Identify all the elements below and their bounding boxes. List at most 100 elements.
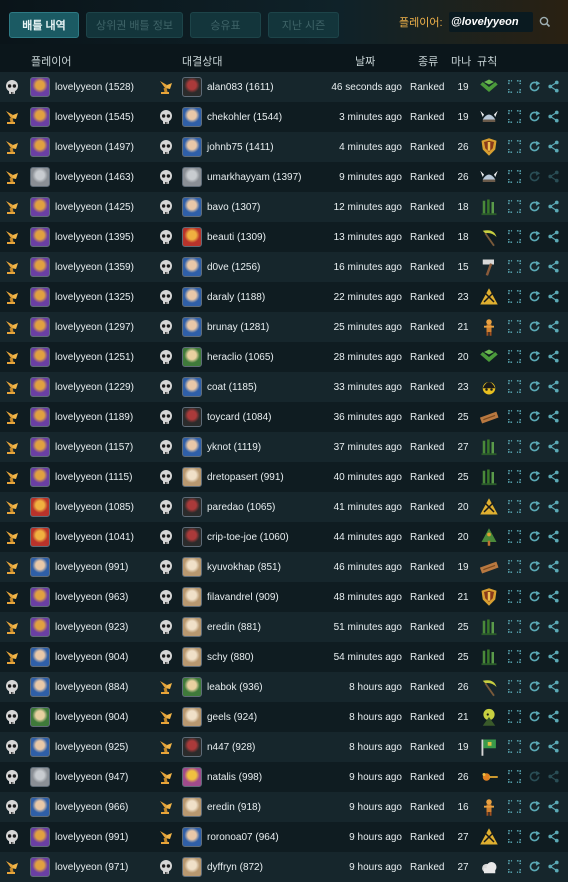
share-icon[interactable] bbox=[547, 350, 560, 363]
share-icon[interactable] bbox=[547, 320, 560, 333]
share-icon[interactable] bbox=[547, 530, 560, 543]
expand-icon[interactable] bbox=[508, 230, 521, 243]
opponent-name[interactable]: johnb75 (1411) bbox=[207, 142, 274, 153]
replay-icon[interactable] bbox=[528, 500, 541, 513]
replay-icon[interactable] bbox=[528, 380, 541, 393]
share-icon[interactable] bbox=[547, 650, 560, 663]
replay-icon[interactable] bbox=[528, 470, 541, 483]
replay-icon[interactable] bbox=[528, 260, 541, 273]
replay-icon[interactable] bbox=[528, 770, 541, 783]
replay-icon[interactable] bbox=[528, 110, 541, 123]
share-icon[interactable] bbox=[547, 80, 560, 93]
opponent-name[interactable]: umarkhayyam (1397) bbox=[207, 172, 301, 183]
share-icon[interactable] bbox=[547, 560, 560, 573]
player-name[interactable]: lovelyyeon (1085) bbox=[55, 502, 134, 513]
replay-icon[interactable] bbox=[528, 140, 541, 153]
header-type[interactable]: 종류 bbox=[418, 53, 438, 69]
replay-icon[interactable] bbox=[528, 620, 541, 633]
player-name[interactable]: lovelyyeon (991) bbox=[55, 562, 128, 573]
player-name[interactable]: lovelyyeon (966) bbox=[55, 802, 128, 813]
expand-icon[interactable] bbox=[508, 170, 521, 183]
header-date[interactable]: 날짜 bbox=[355, 53, 375, 69]
replay-icon[interactable] bbox=[528, 530, 541, 543]
player-name[interactable]: lovelyyeon (1229) bbox=[55, 382, 134, 393]
opponent-name[interactable]: schy (880) bbox=[207, 652, 254, 663]
opponent-name[interactable]: filavandrel (909) bbox=[207, 592, 279, 603]
share-icon[interactable] bbox=[547, 830, 560, 843]
player-name[interactable]: lovelyyeon (1497) bbox=[55, 142, 134, 153]
replay-icon[interactable] bbox=[528, 710, 541, 723]
replay-icon[interactable] bbox=[528, 170, 541, 183]
player-name[interactable]: lovelyyeon (1425) bbox=[55, 202, 134, 213]
share-icon[interactable] bbox=[547, 680, 560, 693]
opponent-name[interactable]: eredin (881) bbox=[207, 622, 261, 633]
replay-icon[interactable] bbox=[528, 80, 541, 93]
header-mana[interactable]: 마나 bbox=[451, 53, 471, 69]
expand-icon[interactable] bbox=[508, 710, 521, 723]
player-name[interactable]: lovelyyeon (1325) bbox=[55, 292, 134, 303]
opponent-name[interactable]: bavo (1307) bbox=[207, 202, 260, 213]
player-name[interactable]: lovelyyeon (925) bbox=[55, 742, 128, 753]
opponent-name[interactable]: geels (924) bbox=[207, 712, 257, 723]
tab-battle-history[interactable]: 배틀 내역 bbox=[9, 12, 79, 38]
opponent-name[interactable]: leabok (936) bbox=[207, 682, 263, 693]
share-icon[interactable] bbox=[547, 740, 560, 753]
expand-icon[interactable] bbox=[508, 410, 521, 423]
expand-icon[interactable] bbox=[508, 650, 521, 663]
expand-icon[interactable] bbox=[508, 200, 521, 213]
expand-icon[interactable] bbox=[508, 860, 521, 873]
expand-icon[interactable] bbox=[508, 140, 521, 153]
opponent-name[interactable]: dretopasert (991) bbox=[207, 472, 284, 483]
opponent-name[interactable]: brunay (1281) bbox=[207, 322, 269, 333]
replay-icon[interactable] bbox=[528, 290, 541, 303]
expand-icon[interactable] bbox=[508, 440, 521, 453]
player-name[interactable]: lovelyyeon (1157) bbox=[55, 442, 133, 453]
share-icon[interactable] bbox=[547, 410, 560, 423]
share-icon[interactable] bbox=[547, 470, 560, 483]
expand-icon[interactable] bbox=[508, 530, 521, 543]
share-icon[interactable] bbox=[547, 620, 560, 633]
replay-icon[interactable] bbox=[528, 650, 541, 663]
share-icon[interactable] bbox=[547, 380, 560, 393]
share-icon[interactable] bbox=[547, 260, 560, 273]
player-name[interactable]: lovelyyeon (947) bbox=[55, 772, 128, 783]
opponent-name[interactable]: toycard (1084) bbox=[207, 412, 271, 423]
player-name[interactable]: lovelyyeon (1041) bbox=[55, 532, 134, 543]
opponent-name[interactable]: n447 (928) bbox=[207, 742, 255, 753]
expand-icon[interactable] bbox=[508, 110, 521, 123]
tab-last-season[interactable]: 지난 시즌 bbox=[268, 12, 339, 38]
player-name[interactable]: lovelyyeon (1359) bbox=[55, 262, 134, 273]
share-icon[interactable] bbox=[547, 140, 560, 153]
expand-icon[interactable] bbox=[508, 620, 521, 633]
player-name[interactable]: lovelyyeon (1297) bbox=[55, 322, 134, 333]
share-icon[interactable] bbox=[547, 500, 560, 513]
expand-icon[interactable] bbox=[508, 770, 521, 783]
replay-icon[interactable] bbox=[528, 350, 541, 363]
expand-icon[interactable] bbox=[508, 590, 521, 603]
expand-icon[interactable] bbox=[508, 500, 521, 513]
player-name[interactable]: lovelyyeon (1528) bbox=[55, 82, 134, 93]
player-name[interactable]: lovelyyeon (1545) bbox=[55, 112, 134, 123]
replay-icon[interactable] bbox=[528, 230, 541, 243]
share-icon[interactable] bbox=[547, 290, 560, 303]
player-name[interactable]: lovelyyeon (1395) bbox=[55, 232, 134, 243]
share-icon[interactable] bbox=[547, 710, 560, 723]
replay-icon[interactable] bbox=[528, 590, 541, 603]
share-icon[interactable] bbox=[547, 440, 560, 453]
share-icon[interactable] bbox=[547, 800, 560, 813]
expand-icon[interactable] bbox=[508, 470, 521, 483]
opponent-name[interactable]: chekohler (1544) bbox=[207, 112, 282, 123]
replay-icon[interactable] bbox=[528, 830, 541, 843]
search-icon[interactable] bbox=[538, 15, 552, 29]
expand-icon[interactable] bbox=[508, 260, 521, 273]
expand-icon[interactable] bbox=[508, 380, 521, 393]
player-name[interactable]: lovelyyeon (923) bbox=[55, 622, 128, 633]
expand-icon[interactable] bbox=[508, 350, 521, 363]
tab-win-rate[interactable]: 승유표 bbox=[190, 12, 261, 38]
expand-icon[interactable] bbox=[508, 800, 521, 813]
opponent-name[interactable]: roronoa07 (964) bbox=[207, 832, 279, 843]
player-name[interactable]: lovelyyeon (1463) bbox=[55, 172, 134, 183]
share-icon[interactable] bbox=[547, 170, 560, 183]
opponent-name[interactable]: daraly (1188) bbox=[207, 292, 265, 303]
opponent-name[interactable]: beauti (1309) bbox=[207, 232, 266, 243]
